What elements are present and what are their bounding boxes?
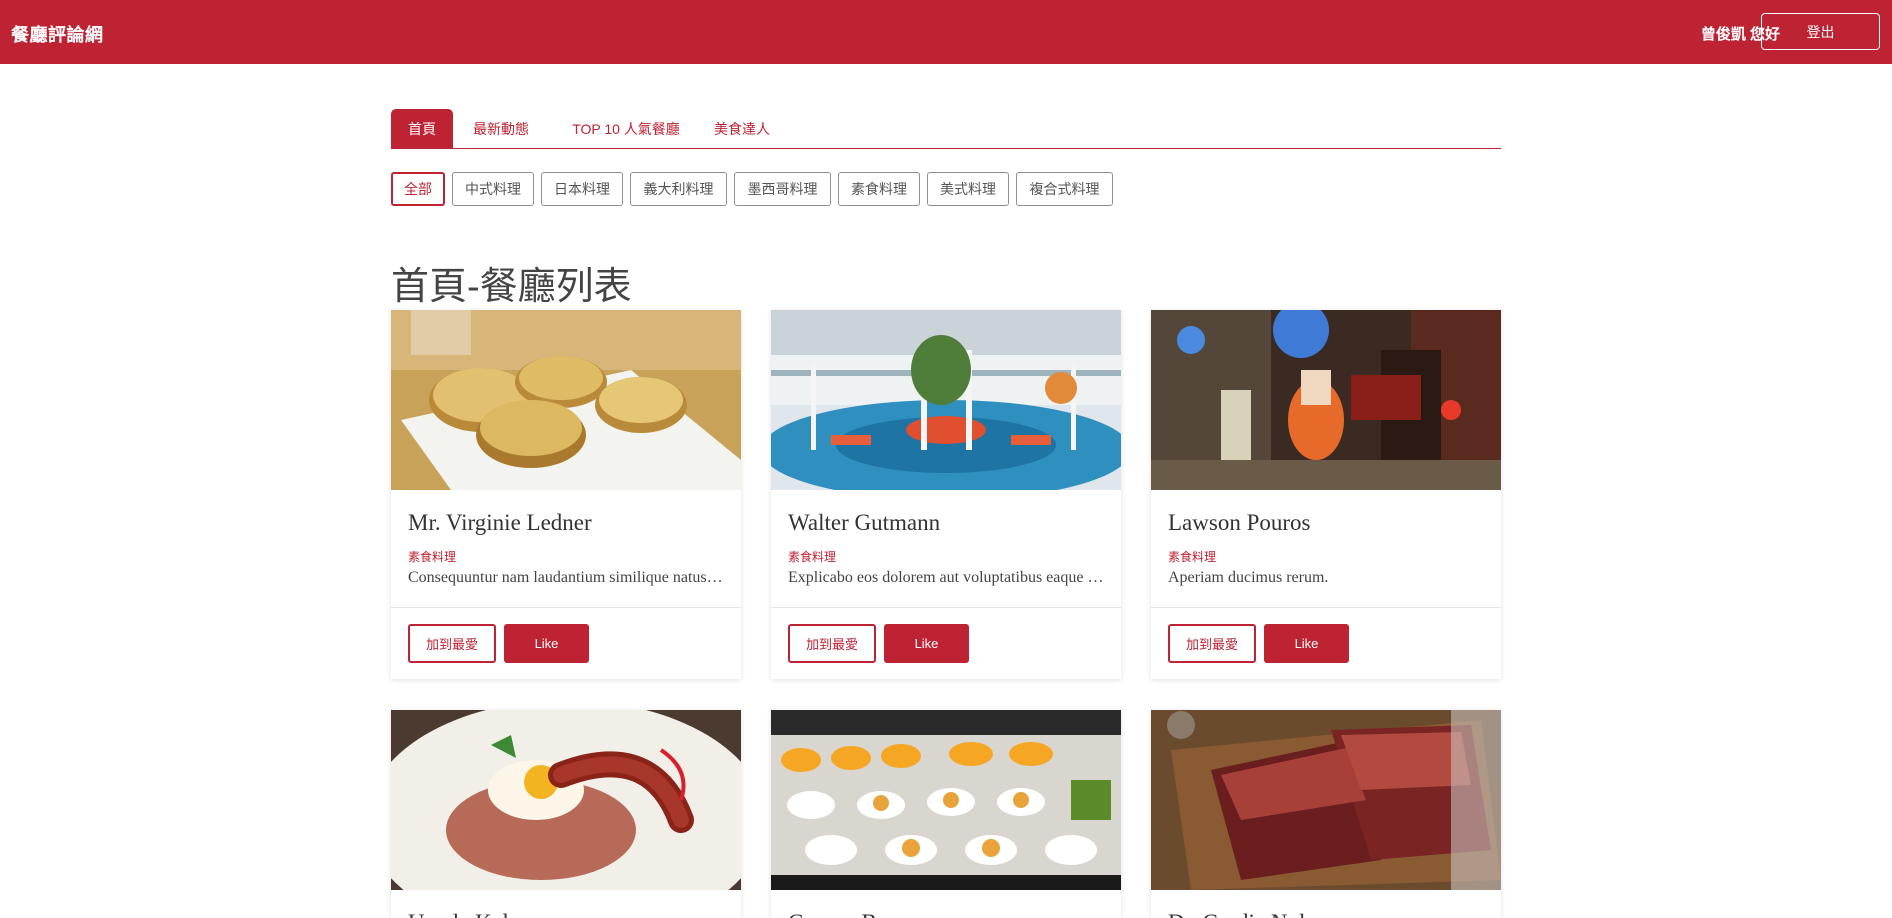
card-divider xyxy=(1151,607,1501,608)
restaurant-image[interactable] xyxy=(1151,710,1501,890)
add-favorite-button[interactable]: 加到最愛 xyxy=(1168,624,1256,663)
restaurant-name[interactable]: Dr. Cordie Nol xyxy=(1168,910,1305,918)
restaurant-name[interactable]: Ursula Kub xyxy=(408,910,515,918)
restaurant-description: Explicabo eos dolorem aut voluptatibus e… xyxy=(788,569,1106,586)
restaurant-image[interactable] xyxy=(771,310,1121,490)
tab-food-experts[interactable]: 美食達人 xyxy=(702,109,782,148)
filter-vegetarian[interactable]: 素食料理 xyxy=(838,172,920,206)
like-button[interactable]: Like xyxy=(504,624,589,663)
restaurant-image[interactable] xyxy=(1151,310,1501,490)
restaurant-category: 素食料理 xyxy=(1168,550,1217,564)
tab-top10[interactable]: TOP 10 人氣餐廳 xyxy=(551,109,701,148)
filter-american[interactable]: 美式料理 xyxy=(927,172,1009,206)
main-tabs: 首頁 最新動態 TOP 10 人氣餐廳 美食達人 xyxy=(391,109,1501,149)
brand-logo[interactable]: 餐廳評論網 xyxy=(11,21,104,47)
filter-fusion[interactable]: 複合式料理 xyxy=(1016,172,1113,206)
restaurant-card: Mr. Virginie Ledner 素食料理 Consequuntur na… xyxy=(391,310,741,679)
filter-mexican[interactable]: 墨西哥料理 xyxy=(734,172,831,206)
restaurant-name[interactable]: Walter Gutmann xyxy=(788,510,940,536)
restaurant-category: 素食料理 xyxy=(408,550,457,564)
like-button[interactable]: Like xyxy=(1264,624,1349,663)
filter-all[interactable]: 全部 xyxy=(391,172,445,206)
navbar: 餐廳評論網 曾俊凱 您好 登出 xyxy=(0,0,1892,64)
add-favorite-button[interactable]: 加到最愛 xyxy=(408,624,496,663)
restaurant-image[interactable] xyxy=(391,310,741,490)
restaurant-card: Walter Gutmann 素食料理 Explicabo eos dolore… xyxy=(771,310,1121,679)
restaurant-image[interactable] xyxy=(771,710,1121,890)
restaurant-card: Dr. Cordie Nol xyxy=(1151,710,1501,918)
filter-japanese[interactable]: 日本料理 xyxy=(541,172,623,206)
restaurant-name[interactable]: Conner Bu xyxy=(788,910,888,918)
tab-latest-feeds[interactable]: 最新動態 xyxy=(463,109,539,148)
card-divider xyxy=(391,607,741,608)
logout-button[interactable]: 登出 xyxy=(1761,13,1880,50)
restaurant-card: Lawson Pouros 素食料理 Aperiam ducimus rerum… xyxy=(1151,310,1501,679)
filter-italian[interactable]: 義大利料理 xyxy=(630,172,727,206)
add-favorite-button[interactable]: 加到最愛 xyxy=(788,624,876,663)
restaurant-description: Consequuntur nam laudantium similique na… xyxy=(408,569,726,586)
restaurant-name[interactable]: Mr. Virginie Ledner xyxy=(408,510,592,536)
restaurant-description: Aperiam ducimus rerum. xyxy=(1168,569,1329,586)
filter-chinese[interactable]: 中式料理 xyxy=(452,172,534,206)
like-button[interactable]: Like xyxy=(884,624,969,663)
tab-home[interactable]: 首頁 xyxy=(391,109,453,148)
restaurant-card: Ursula Kub xyxy=(391,710,741,918)
page-title: 首頁-餐廳列表 xyxy=(391,266,632,308)
restaurant-category: 素食料理 xyxy=(788,550,837,564)
restaurant-name[interactable]: Lawson Pouros xyxy=(1168,510,1310,536)
card-divider xyxy=(771,607,1121,608)
restaurant-card: Conner Bu xyxy=(771,710,1121,918)
restaurant-image[interactable] xyxy=(391,710,741,890)
